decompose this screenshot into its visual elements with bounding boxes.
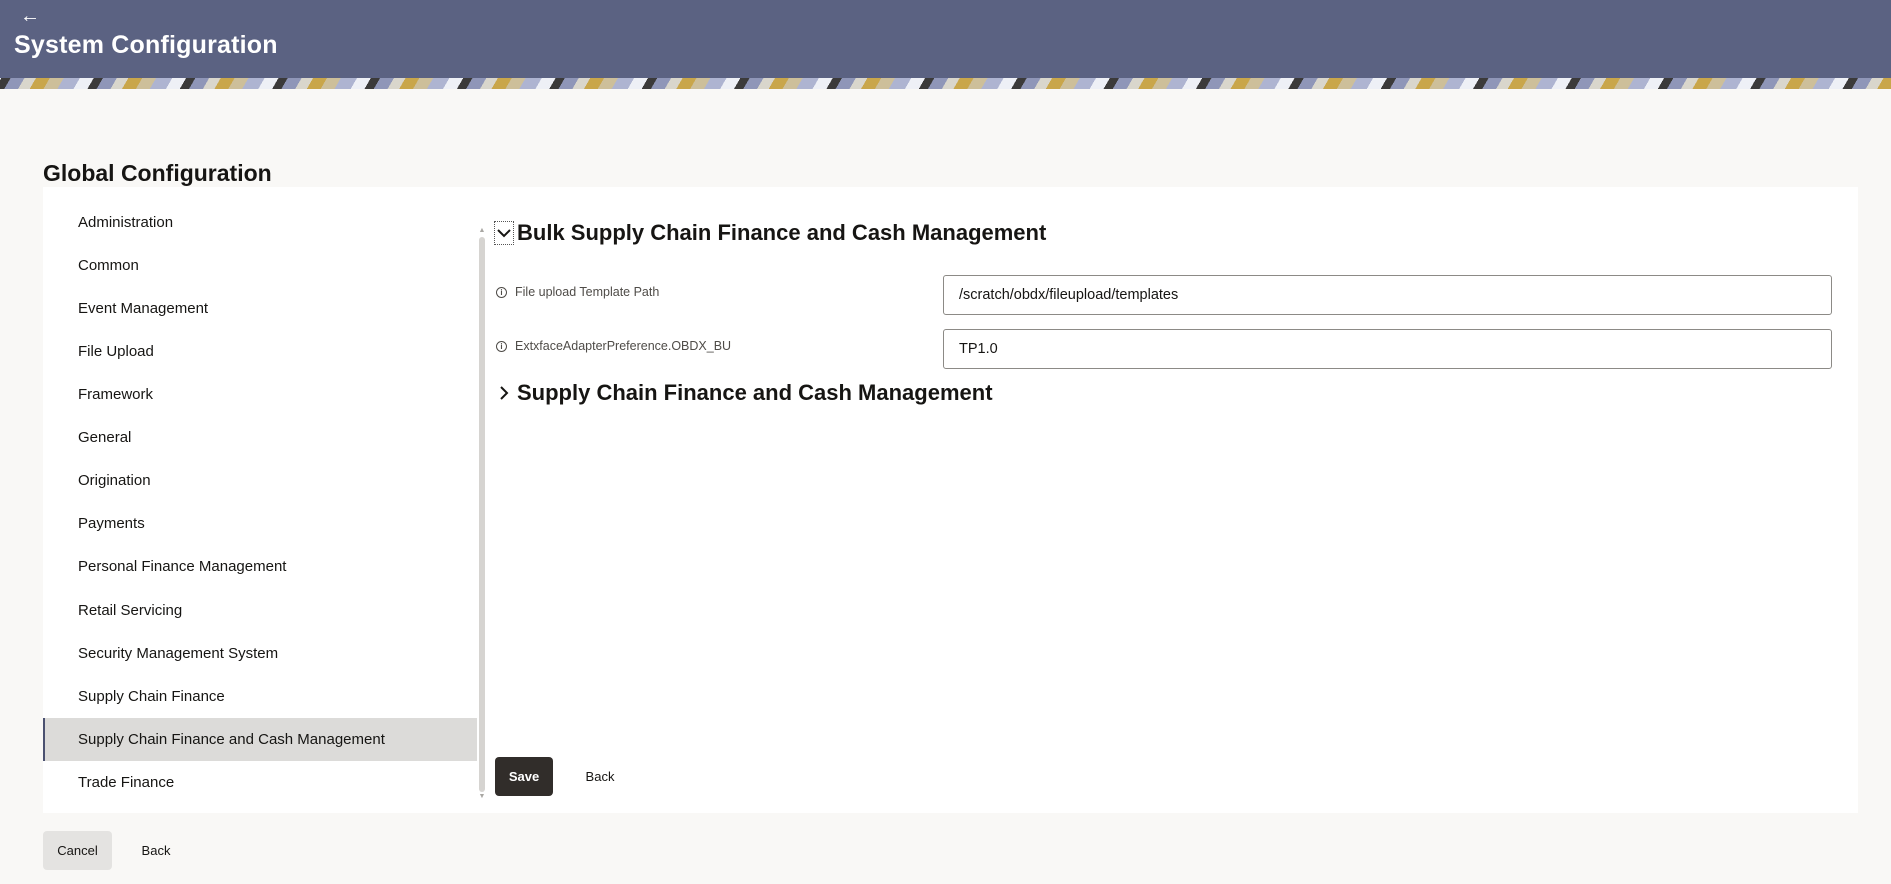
- scrollbar-thumb[interactable]: [479, 237, 485, 792]
- scroll-down-icon[interactable]: ▼: [478, 793, 486, 801]
- sidebar-item-administration[interactable]: Administration: [43, 201, 477, 244]
- info-icon[interactable]: i: [496, 287, 507, 298]
- scroll-up-icon[interactable]: ▲: [478, 227, 486, 235]
- cancel-button[interactable]: Cancel: [43, 831, 112, 870]
- field-label: ExtxfaceAdapterPreference.OBDX_BU: [515, 339, 732, 353]
- app-title: System Configuration: [14, 31, 278, 59]
- section-header-scf-cm[interactable]: Supply Chain Finance and Cash Management: [494, 380, 993, 406]
- back-arrow-icon[interactable]: ←: [20, 6, 40, 26]
- sidebar-item-origination[interactable]: Origination: [43, 459, 477, 502]
- sidebar-item-general[interactable]: General: [43, 416, 477, 459]
- field-label: File upload Template Path: [515, 285, 660, 299]
- sidebar-item-retail-servicing[interactable]: Retail Servicing: [43, 589, 477, 632]
- section-title: Bulk Supply Chain Finance and Cash Manag…: [517, 220, 1047, 245]
- sidebar-item-security-management-system[interactable]: Security Management System: [43, 632, 477, 675]
- chevron-right-icon[interactable]: [494, 381, 514, 405]
- config-card: Administration Common Event Management F…: [43, 187, 1858, 813]
- section-title: Supply Chain Finance and Cash Management: [517, 380, 993, 405]
- page-title: Global Configuration: [43, 160, 272, 186]
- sidebar-item-framework[interactable]: Framework: [43, 373, 477, 416]
- field-extxface-adapter-preference: i ExtxfaceAdapterPreference.OBDX_BU: [494, 329, 1842, 369]
- sidebar-item-event-management[interactable]: Event Management: [43, 287, 477, 330]
- field-file-upload-template-path: i File upload Template Path: [494, 275, 1842, 315]
- sidebar-nav: Administration Common Event Management F…: [43, 201, 477, 813]
- sidebar-scrollbar[interactable]: ▲ ▼: [478, 227, 486, 801]
- back-button[interactable]: Back: [571, 757, 629, 796]
- sidebar-item-file-upload[interactable]: File Upload: [43, 330, 477, 373]
- sidebar-item-supply-chain-finance[interactable]: Supply Chain Finance: [43, 675, 477, 718]
- file-upload-template-path-input[interactable]: [943, 275, 1832, 315]
- section-header-bulk-scf-cm[interactable]: Bulk Supply Chain Finance and Cash Manag…: [494, 220, 1046, 246]
- sidebar-item-payments[interactable]: Payments: [43, 502, 477, 545]
- save-button[interactable]: Save: [495, 757, 553, 796]
- sidebar-item-supply-chain-finance-cash-management[interactable]: Supply Chain Finance and Cash Management: [43, 718, 477, 761]
- app-header: ← System Configuration: [0, 0, 1891, 78]
- sidebar-item-personal-finance-management[interactable]: Personal Finance Management: [43, 545, 477, 588]
- chevron-down-icon[interactable]: [494, 221, 514, 245]
- extxface-adapter-preference-input[interactable]: [943, 329, 1832, 369]
- info-icon[interactable]: i: [496, 341, 507, 352]
- sidebar-item-common[interactable]: Common: [43, 244, 477, 287]
- sidebar-item-trade-finance[interactable]: Trade Finance: [43, 761, 477, 804]
- footer-back-button[interactable]: Back: [126, 831, 186, 870]
- banner-strip: [0, 78, 1891, 89]
